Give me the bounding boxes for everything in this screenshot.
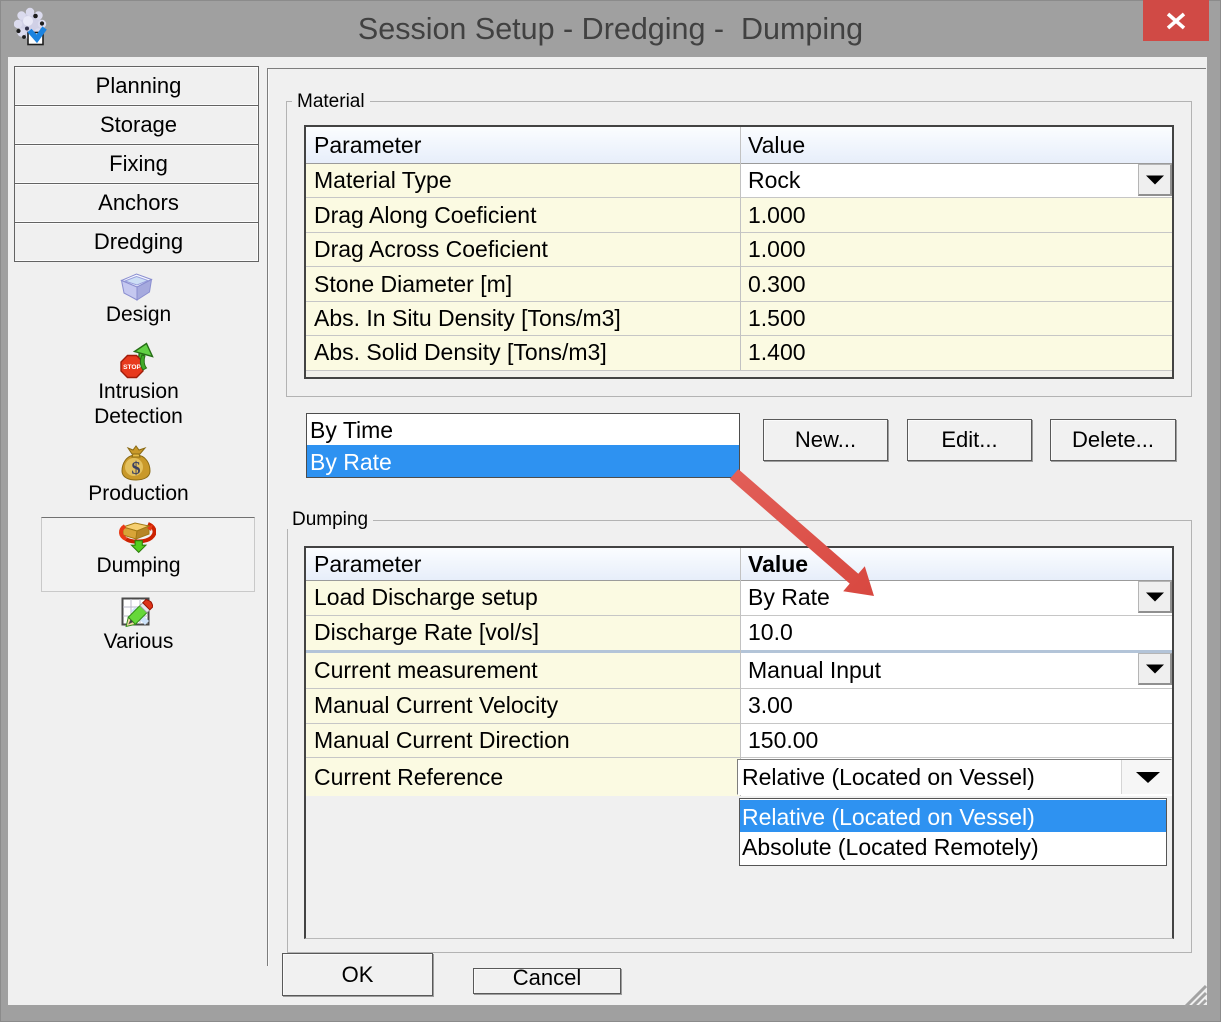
svg-text:STOP: STOP xyxy=(123,364,141,371)
svg-text:$: $ xyxy=(132,458,141,478)
